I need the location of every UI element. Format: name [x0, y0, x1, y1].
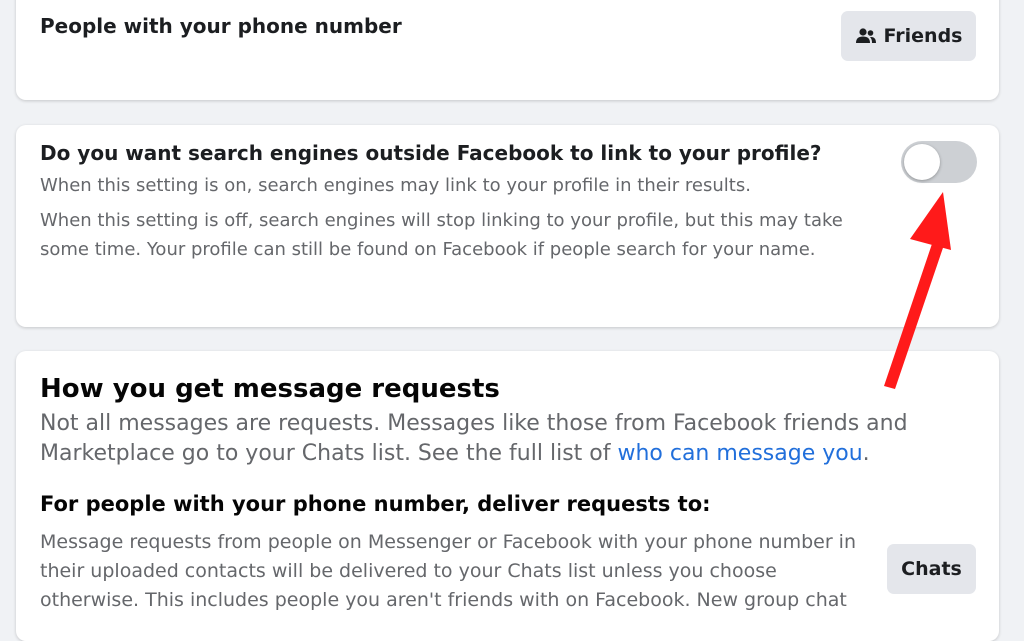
message-requests-card: How you get message requests Not all mes…: [16, 351, 999, 641]
who-can-message-you-link[interactable]: who can message you: [617, 441, 862, 466]
chats-button-label: Chats: [901, 558, 962, 580]
toggle-knob: [904, 144, 940, 180]
search-engine-toggle[interactable]: [901, 141, 977, 183]
setting-on-description: When this setting is on, search engines …: [40, 175, 751, 196]
search-engine-card: Do you want search engines outside Faceb…: [16, 125, 999, 327]
friends-audience-button[interactable]: Friends: [841, 11, 976, 61]
setting-off-description: When this setting is off, search engines…: [40, 210, 843, 260]
phone-number-card: People with your phone number Friends: [16, 0, 999, 100]
phone-requests-title: For people with your phone number, deliv…: [40, 492, 711, 516]
search-engine-setting-title: Do you want search engines outside Faceb…: [40, 141, 822, 165]
message-requests-description: Not all messages are requests. Messages …: [40, 409, 910, 469]
chats-destination-button[interactable]: Chats: [887, 544, 976, 594]
friends-button-label: Friends: [883, 25, 963, 47]
phone-number-setting-title: People with your phone number: [40, 14, 402, 38]
message-requests-heading: How you get message requests: [40, 374, 500, 404]
friends-icon: [855, 28, 876, 43]
phone-requests-description: Message requests from people on Messenge…: [40, 531, 857, 611]
description-end: .: [862, 441, 870, 466]
